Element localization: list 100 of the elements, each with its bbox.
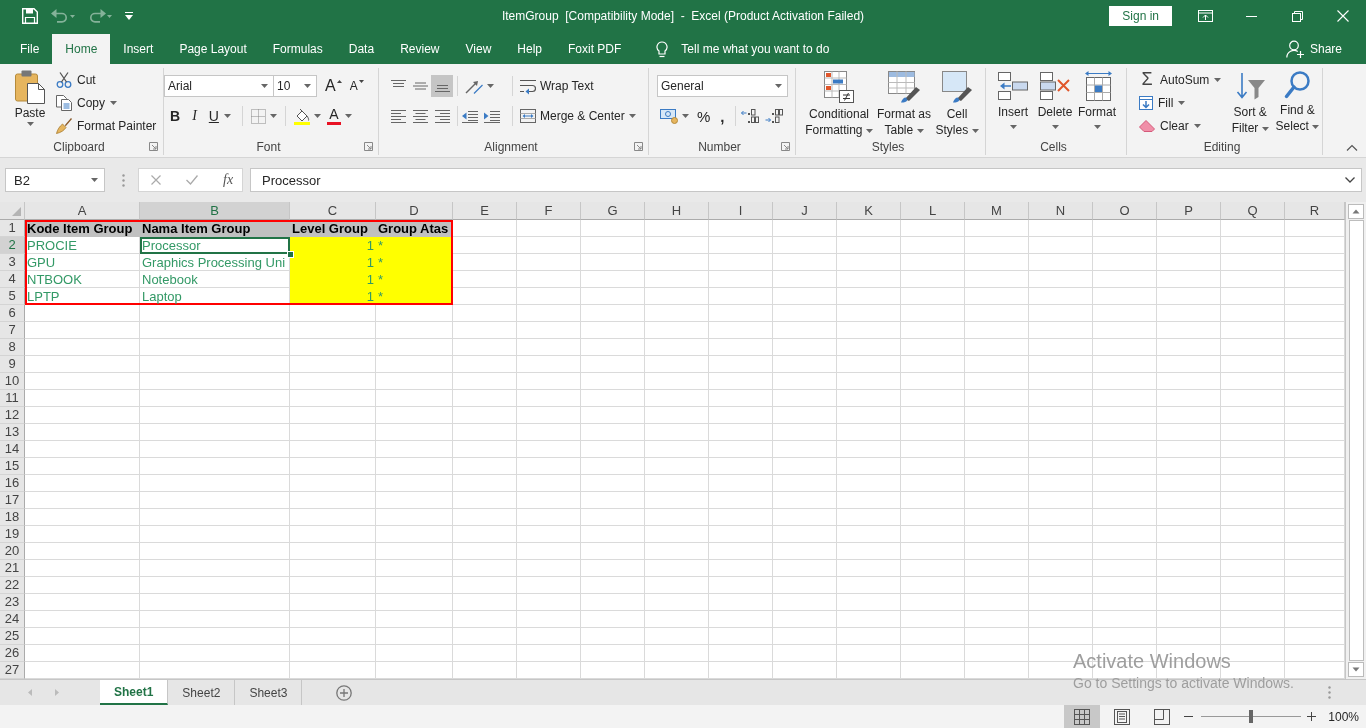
shrink-font-button[interactable]: A — [345, 75, 368, 97]
chevron-up-icon[interactable] — [1346, 144, 1358, 151]
percent-button[interactable]: % — [692, 105, 716, 127]
column-header[interactable]: H — [645, 202, 709, 220]
column-header[interactable]: N — [1029, 202, 1093, 220]
copy-button[interactable]: Copy — [54, 91, 119, 114]
column-header[interactable]: M — [965, 202, 1029, 220]
row-header[interactable]: 14 — [0, 441, 25, 458]
align-button[interactable] — [431, 75, 453, 97]
row-header[interactable]: 8 — [0, 339, 25, 356]
row-header[interactable]: 4 — [0, 271, 25, 288]
ribbon-tab[interactable]: Home — [52, 34, 111, 64]
sheet-tab[interactable]: Sheet1 — [100, 680, 169, 705]
row-header[interactable]: 7 — [0, 322, 25, 339]
underline-button[interactable]: U — [202, 105, 237, 127]
arrow-up-icon[interactable] — [1348, 204, 1364, 219]
column-header[interactable]: D — [376, 202, 453, 220]
chevron-down-icon[interactable] — [1345, 177, 1355, 183]
corner-arrow-icon[interactable] — [364, 142, 373, 151]
view-button[interactable] — [1064, 705, 1101, 728]
row-header[interactable]: 3 — [0, 254, 25, 271]
arrow-blocks-right-icon[interactable] — [764, 109, 783, 123]
conditional-formatting-button[interactable]: Conditional Formatting — [804, 68, 874, 138]
format-as-table-button[interactable]: Format as Table — [874, 68, 934, 138]
insert-button[interactable]: Insert — [992, 68, 1034, 129]
row-header[interactable]: 26 — [0, 645, 25, 662]
column-header[interactable]: J — [773, 202, 837, 220]
row-header[interactable]: 20 — [0, 543, 25, 560]
ribbon-tab[interactable]: Insert — [110, 34, 167, 64]
name-box[interactable]: B2 — [5, 168, 105, 192]
ribbon-tab[interactable]: Foxit PDF — [555, 34, 635, 64]
row-header[interactable]: 17 — [0, 492, 25, 509]
row-header[interactable]: 23 — [0, 594, 25, 611]
corner-arrow-icon[interactable] — [149, 142, 158, 151]
tell-me-field[interactable]: Tell me what you want to do — [681, 42, 857, 56]
column-header[interactable]: G — [581, 202, 645, 220]
column-header[interactable]: I — [709, 202, 773, 220]
row-header[interactable]: 18 — [0, 509, 25, 526]
font-size-dropdown[interactable]: 10 — [273, 75, 317, 97]
italic-button[interactable]: I — [186, 105, 203, 127]
fill-handle[interactable] — [287, 251, 294, 258]
column-header[interactable]: A — [25, 202, 140, 220]
slider-thumb[interactable] — [1249, 710, 1254, 723]
row-header[interactable]: 16 — [0, 475, 25, 492]
sort-filter-button[interactable]: Sort & Filter — [1227, 68, 1273, 136]
row-header[interactable]: 12 — [0, 407, 25, 424]
table-cell[interactable]: Kode Item Group — [25, 220, 140, 237]
plus-circle-icon[interactable] — [336, 684, 353, 701]
column-header[interactable]: K — [837, 202, 901, 220]
minus-icon[interactable] — [1184, 716, 1194, 717]
insert-function-button[interactable]: fx — [223, 172, 234, 188]
format-button[interactable]: Format — [1076, 68, 1118, 129]
number-format-dropdown[interactable]: General — [657, 75, 788, 97]
ribbon-tab[interactable]: View — [452, 34, 505, 64]
row-header[interactable]: 19 — [0, 526, 25, 543]
ribbon-tab[interactable]: Page Layout — [166, 34, 260, 64]
restore-icon[interactable] — [1291, 10, 1303, 22]
column-header[interactable]: F — [517, 202, 581, 220]
comma-button[interactable]: , — [715, 105, 730, 127]
ribbon-tab[interactable]: Review — [387, 34, 453, 64]
row-header[interactable]: 22 — [0, 577, 25, 594]
row-header[interactable]: 5 — [0, 288, 25, 305]
table-cell[interactable]: GPU — [25, 254, 140, 271]
ribbon-tab[interactable]: Formulas — [259, 34, 336, 64]
merge-center-button[interactable]: Merge & Center — [517, 105, 639, 127]
vertical-dots-icon[interactable] — [1328, 686, 1331, 699]
ribbon-tab[interactable]: File — [7, 34, 53, 64]
row-header[interactable]: 1 — [0, 220, 25, 237]
vertical-scrollbar[interactable] — [1345, 202, 1366, 679]
grow-font-button[interactable]: A — [321, 75, 346, 97]
row-header[interactable]: 13 — [0, 424, 25, 441]
table-cell[interactable]: Graphics Processing Uni — [140, 254, 290, 271]
column-header[interactable]: P — [1157, 202, 1221, 220]
clear-button[interactable]: Clear — [1137, 114, 1203, 137]
bold-button[interactable]: B — [164, 105, 187, 127]
row-header[interactable]: 9 — [0, 356, 25, 373]
format-painter-button[interactable]: Format Painter — [54, 114, 159, 137]
vertical-dots-icon[interactable] — [122, 174, 125, 187]
table-cell[interactable]: Processor — [140, 237, 290, 254]
table-cell[interactable]: Notebook — [140, 271, 290, 288]
row-header[interactable]: 2 — [0, 237, 25, 254]
lines-arrow-right-icon[interactable] — [484, 109, 500, 123]
close-icon[interactable] — [1337, 10, 1349, 22]
fill-button[interactable]: Fill — [1137, 91, 1188, 114]
share-button[interactable]: Share — [1285, 34, 1342, 64]
column-header[interactable]: L — [901, 202, 965, 220]
table-cell[interactable]: PROCIE — [25, 237, 140, 254]
corner-arrow-icon[interactable] — [634, 142, 643, 151]
cell-styles-button[interactable]: Cell Styles — [934, 68, 980, 138]
arrow-blocks-left-icon[interactable] — [740, 109, 759, 123]
row-header[interactable]: 10 — [0, 373, 25, 390]
column-header[interactable]: O — [1093, 202, 1157, 220]
table-cell[interactable]: Nama Item Group — [140, 220, 290, 237]
table-cell[interactable]: NTBOOK — [25, 271, 140, 288]
check-icon[interactable] — [186, 175, 198, 185]
paste-button[interactable]: Paste — [10, 68, 50, 126]
plus-icon[interactable] — [1307, 712, 1317, 721]
row-header[interactable]: 11 — [0, 390, 25, 407]
column-header[interactable]: C — [290, 202, 376, 220]
formula-field[interactable]: Processor — [250, 168, 1362, 192]
